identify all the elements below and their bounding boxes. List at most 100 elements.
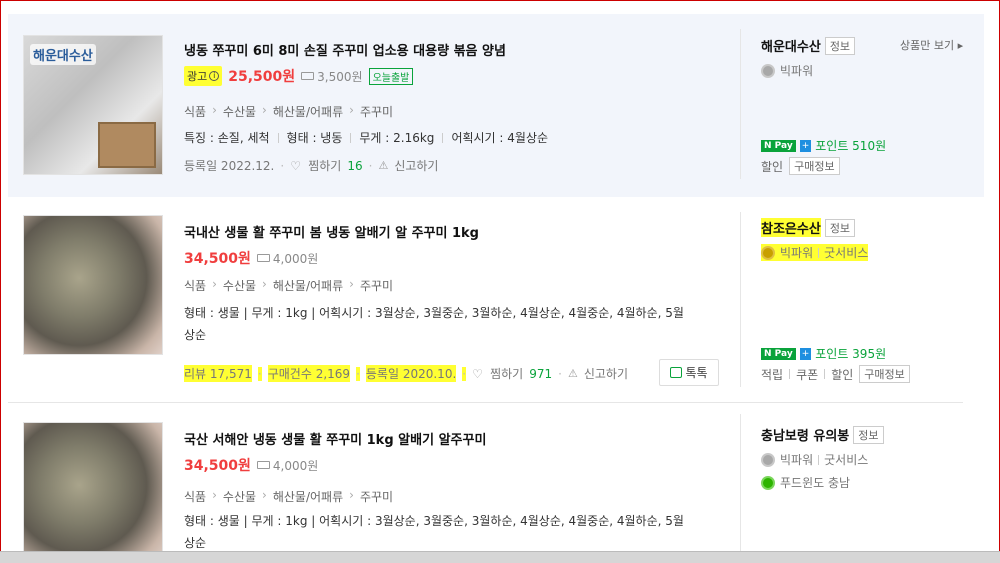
heart-icon[interactable]: ♡ — [290, 160, 302, 172]
product-title[interactable]: 국산 서해안 냉동 생물 활 쭈꾸미 1kg 알배기 알주꾸미 — [184, 429, 486, 448]
product-thumbnail[interactable] — [23, 215, 163, 355]
product-item: 국산 서해안 냉동 생물 활 쭈꾸미 1kg 알배기 알주꾸미 34,500원 … — [8, 404, 984, 563]
meta-row: 등록일 2022.12. · ♡ 찜하기 16 · ⚠ 신고하기 — [184, 157, 439, 174]
category-item[interactable]: 수산물 — [223, 103, 256, 120]
category-item[interactable]: 해산물/어패류 — [273, 103, 343, 120]
npay-point: N Pay + 포인트 510원 — [761, 137, 886, 154]
benefits-row: 할인 구매정보 — [761, 157, 840, 175]
category-item[interactable]: 수산물 — [223, 277, 256, 294]
truck-icon — [301, 72, 315, 80]
truck-icon — [256, 254, 270, 262]
review-count[interactable]: 리뷰 17,571 — [184, 365, 252, 382]
medal-icon — [761, 452, 775, 467]
category-item[interactable]: 식품 — [184, 103, 206, 120]
spec-text: 형태 : 생물 | 무게 : 1kg | 어획시기 : 3월상순, 3월중순, … — [184, 306, 684, 342]
point-label: 포인트 395원 — [815, 347, 887, 361]
benefit-discount: 할인 — [761, 159, 784, 174]
heart-icon[interactable]: ♡ — [472, 368, 484, 380]
wish-count: 971 — [529, 366, 553, 381]
category-item[interactable]: 수산물 — [223, 488, 256, 505]
wish-count: 16 — [347, 158, 363, 173]
report-icon[interactable]: ⚠ — [568, 367, 578, 380]
service-label: 굿서비스 — [824, 246, 869, 260]
foodwindow-icon — [761, 475, 775, 490]
benefit-item: 할인 — [831, 367, 854, 382]
price: 34,500원 — [184, 251, 251, 267]
category-path: 식품 › 수산물 › 해산물/어패류 › 주꾸미 — [184, 488, 394, 505]
product-item: 국내산 생물 활 쭈꾸미 봄 냉동 알배기 알 주꾸미 1kg 34,500원 … — [8, 200, 963, 403]
talk-label: 톡톡 — [685, 366, 708, 380]
spec-item: 무게 : 2.16kg — [359, 131, 435, 145]
product-only-link[interactable]: 상품만 보기 ▸ — [900, 37, 963, 53]
npay-icon: N Pay — [761, 139, 796, 152]
seller-name[interactable]: 참조은수산 — [761, 218, 821, 237]
seller-info-tag[interactable]: 정보 — [824, 218, 856, 237]
category-item[interactable]: 식품 — [184, 277, 206, 294]
purchase-info-button[interactable]: 구매정보 — [859, 365, 910, 383]
shipping-fee: 4,000원 — [256, 457, 318, 474]
tray-shape — [98, 122, 156, 168]
product-thumbnail[interactable] — [23, 422, 163, 562]
wish-button[interactable]: 찜하기 — [308, 157, 341, 174]
today-ship-badge: 오늘출발 — [368, 67, 414, 85]
seller-grade: 빅파워 굿서비스 — [761, 244, 869, 261]
seller-info-tag[interactable]: 정보 — [824, 36, 856, 55]
category-item[interactable]: 해산물/어패류 — [273, 277, 343, 294]
ad-label[interactable]: 광고 i — [184, 66, 223, 86]
info-icon: i — [209, 71, 220, 81]
divider — [740, 212, 741, 387]
category-item[interactable]: 주꾸미 — [360, 488, 393, 505]
divider — [740, 414, 741, 563]
price: 25,500원 — [228, 69, 296, 85]
category-path: 식품 › 수산물 › 해산물/어패류 › 주꾸미 — [184, 103, 394, 120]
report-icon[interactable]: ⚠ — [378, 159, 388, 172]
seller-name[interactable]: 충남보령 유의봉 — [761, 425, 849, 444]
price-row: 광고 i 25,500원 3,500원 오늘출발 — [184, 66, 414, 86]
plus-icon: + — [799, 347, 812, 360]
product-title[interactable]: 국내산 생물 활 쭈꾸미 봄 냉동 알배기 알 주꾸미 1kg — [184, 222, 479, 241]
truck-icon — [256, 461, 270, 469]
category-item[interactable]: 식품 — [184, 488, 206, 505]
seller-name[interactable]: 해운대수산 — [761, 36, 821, 55]
divider — [740, 29, 741, 179]
product-title[interactable]: 냉동 쭈꾸미 6미 8미 손질 주꾸미 업소용 대용량 볶음 양념 — [184, 40, 506, 59]
point-label: 포인트 510원 — [815, 139, 887, 153]
spec-text: 형태 : 생물 | 무게 : 1kg | 어획시기 : 3월상순, 3월중순, … — [184, 514, 684, 550]
spec-item: 어획시기 : 4월상순 — [451, 131, 549, 145]
chat-icon — [670, 367, 683, 378]
seller-grade: 빅파워 — [761, 62, 813, 79]
spec-item: 특징 : 손질, 세척 — [184, 131, 270, 145]
seller-info: 충남보령 유의봉 정보 — [761, 425, 884, 444]
benefits-row: 적립 쿠폰 할인 구매정보 — [761, 365, 910, 383]
product-item-ad: 해운대수산 냉동 쭈꾸미 6미 8미 손질 주꾸미 업소용 대용량 볶음 양념 … — [8, 14, 984, 197]
plus-icon: + — [799, 139, 812, 152]
medal-icon — [761, 63, 775, 78]
report-button[interactable]: 신고하기 — [584, 365, 628, 382]
registered-date: 등록일 2022.12. — [184, 159, 275, 173]
grade-label: 빅파워 — [780, 453, 814, 467]
spec-row: 특징 : 손질, 세척 형태 : 냉동 무게 : 2.16kg 어획시기 : 4… — [184, 129, 548, 146]
report-button[interactable]: 신고하기 — [394, 157, 438, 174]
category-item[interactable]: 해산물/어패류 — [273, 488, 343, 505]
category-path: 식품 › 수산물 › 해산물/어패류 › 주꾸미 — [184, 277, 394, 294]
product-thumbnail[interactable]: 해운대수산 — [23, 35, 163, 175]
seller-info: 해운대수산 정보 — [761, 36, 856, 55]
talktalk-button[interactable]: 톡톡 — [659, 359, 719, 386]
purchase-count: 구매건수 2,169 — [267, 365, 351, 382]
category-item[interactable]: 주꾸미 — [360, 103, 393, 120]
category-item[interactable]: 주꾸미 — [360, 277, 393, 294]
origin-badge: 푸드윈도 충남 — [761, 474, 850, 491]
seller-info-tag[interactable]: 정보 — [853, 425, 884, 444]
wish-button[interactable]: 찜하기 — [490, 365, 523, 382]
spec-item: 형태 : 냉동 — [286, 131, 343, 145]
npay-icon: N Pay — [761, 347, 796, 360]
horizontal-scrollbar[interactable] — [0, 551, 1000, 563]
thumbnail-logo: 해운대수산 — [30, 44, 96, 65]
purchase-info-button[interactable]: 구매정보 — [789, 157, 840, 175]
price: 34,500원 — [184, 458, 251, 474]
benefit-item: 적립 — [761, 367, 784, 382]
grade-label: 빅파워 — [780, 64, 814, 78]
origin-label[interactable]: 푸드윈도 충남 — [780, 474, 850, 491]
npay-point: N Pay + 포인트 395원 — [761, 345, 886, 362]
meta-row: 리뷰 17,571 · 구매건수 2,169 · 등록일 2020.10. · ♡ 찜… — [184, 365, 628, 382]
